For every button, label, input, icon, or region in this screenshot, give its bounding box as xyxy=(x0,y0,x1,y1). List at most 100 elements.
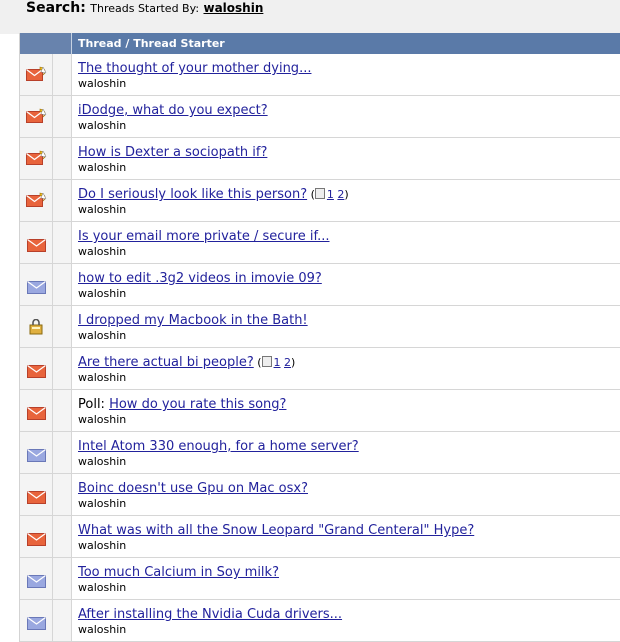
thread-pages: (1 2) xyxy=(307,188,349,201)
thread-title-link[interactable]: Do I seriously look like this person? xyxy=(78,187,307,202)
thread-icon-cell xyxy=(53,516,72,557)
table-header: Thread / Thread Starter xyxy=(20,33,620,54)
thread-title-line: iDodge, what do you expect? xyxy=(78,103,620,118)
hot-envelope-icon xyxy=(26,192,47,207)
thread-status-cell xyxy=(20,558,53,599)
thread-starter: waloshin xyxy=(78,455,127,468)
thread-status-cell xyxy=(20,222,53,263)
thread-starter: waloshin xyxy=(78,119,127,132)
thread-icon-cell xyxy=(53,96,72,137)
thread-icon-cell xyxy=(53,474,72,515)
thread-starter: waloshin xyxy=(78,623,127,636)
thread-status-cell xyxy=(20,138,53,179)
thread-column-header[interactable]: Thread / Thread Starter xyxy=(72,33,620,54)
thread-row: Intel Atom 330 enough, for a home server… xyxy=(20,432,620,474)
thread-title-link[interactable]: how to edit .3g2 videos in imovie 09? xyxy=(78,271,322,286)
thread-row: After installing the Nvidia Cuda drivers… xyxy=(20,600,620,642)
thread-status-cell xyxy=(20,306,53,347)
thread-page-link[interactable]: 2 xyxy=(337,188,344,201)
thread-page-link[interactable]: 2 xyxy=(284,356,291,369)
thread-info-cell: iDodge, what do you expect? waloshin xyxy=(72,96,620,137)
thread-title-link[interactable]: Intel Atom 330 enough, for a home server… xyxy=(78,439,359,454)
thread-title-line: Is your email more private / secure if..… xyxy=(78,229,620,244)
thread-title-link[interactable]: iDodge, what do you expect? xyxy=(78,103,268,118)
locked-thread-icon xyxy=(28,318,47,335)
blue-envelope-icon xyxy=(27,447,46,462)
thread-icon-cell xyxy=(53,390,72,431)
thread-list: The thought of your mother dying... walos… xyxy=(20,54,620,642)
thread-status-cell xyxy=(20,432,53,473)
thread-info-cell: Boinc doesn't use Gpu on Mac osx? waloshi… xyxy=(72,474,620,515)
red-envelope-icon xyxy=(27,405,46,420)
thread-title-link[interactable]: The thought of your mother dying... xyxy=(78,61,311,76)
thread-status-cell xyxy=(20,390,53,431)
thread-title-link[interactable]: How is Dexter a sociopath if? xyxy=(78,145,267,160)
thread-title-line: Intel Atom 330 enough, for a home server… xyxy=(78,439,620,454)
thread-starter: waloshin xyxy=(78,497,127,510)
thread-page-link[interactable]: 1 xyxy=(274,356,281,369)
thread-icon-cell xyxy=(53,54,72,95)
multipage-icon xyxy=(314,188,325,199)
thread-starter: waloshin xyxy=(78,287,127,300)
thread-title-link[interactable]: Are there actual bi people? xyxy=(78,355,254,370)
thread-info-cell: I dropped my Macbook in the Bath! waloshi… xyxy=(72,306,620,347)
thread-starter: waloshin xyxy=(78,371,127,384)
thread-icon-cell xyxy=(53,306,72,347)
hot-envelope-icon xyxy=(26,66,47,81)
thread-starter: waloshin xyxy=(78,413,127,426)
thread-title-link[interactable]: Too much Calcium in Soy milk? xyxy=(78,565,279,580)
thread-status-cell xyxy=(20,54,53,95)
thread-info-cell: How is Dexter a sociopath if? waloshin xyxy=(72,138,620,179)
thread-status-cell xyxy=(20,474,53,515)
thread-title-line: After installing the Nvidia Cuda drivers… xyxy=(78,607,620,622)
search-description: Threads Started By: xyxy=(90,2,200,15)
thread-title-link[interactable]: I dropped my Macbook in the Bath! xyxy=(78,313,308,328)
thread-info-cell: Is your email more private / secure if..… xyxy=(72,222,620,263)
thread-title-line: How is Dexter a sociopath if? xyxy=(78,145,620,160)
thread-row: Poll: How do you rate this song? waloshin xyxy=(20,390,620,432)
thread-title-line: I dropped my Macbook in the Bath! xyxy=(78,313,620,328)
thread-title-link[interactable]: After installing the Nvidia Cuda drivers… xyxy=(78,607,342,622)
thread-title-line: how to edit .3g2 videos in imovie 09? xyxy=(78,271,620,286)
thread-pages: (1 2) xyxy=(253,356,296,369)
thread-info-cell: Do I seriously look like this person? (1… xyxy=(72,180,620,221)
thread-status-cell xyxy=(20,264,53,305)
thread-info-cell: After installing the Nvidia Cuda drivers… xyxy=(72,600,620,641)
thread-title-line: Boinc doesn't use Gpu on Mac osx? xyxy=(78,481,620,496)
thread-starter: waloshin xyxy=(78,581,127,594)
thread-info-cell: Too much Calcium in Soy milk? waloshin xyxy=(72,558,620,599)
thread-status-cell xyxy=(20,600,53,641)
thread-title-link[interactable]: What was with all the Snow Leopard "Gran… xyxy=(78,523,474,538)
thread-table: Thread / Thread Starter The thought of y… xyxy=(19,33,620,642)
thread-starter: waloshin xyxy=(78,203,127,216)
thread-icon-cell xyxy=(53,180,72,221)
thread-icon-cell xyxy=(53,558,72,599)
thread-info-cell: Poll: How do you rate this song? waloshin xyxy=(72,390,620,431)
thread-title-link[interactable]: How do you rate this song? xyxy=(109,397,286,412)
search-header-bar: Search: Threads Started By: waloshin xyxy=(0,0,620,34)
thread-info-cell: Intel Atom 330 enough, for a home server… xyxy=(72,432,620,473)
thread-info-cell: The thought of your mother dying... walos… xyxy=(72,54,620,95)
thread-title-link[interactable]: Boinc doesn't use Gpu on Mac osx? xyxy=(78,481,308,496)
thread-icon-cell xyxy=(53,222,72,263)
search-user-link[interactable]: waloshin xyxy=(203,1,263,15)
thread-page-link[interactable]: 1 xyxy=(327,188,334,201)
thread-icon-cell xyxy=(53,138,72,179)
red-envelope-icon xyxy=(27,489,46,504)
thread-row: how to edit .3g2 videos in imovie 09? wal… xyxy=(20,264,620,306)
thread-icon-cell xyxy=(53,600,72,641)
red-envelope-icon xyxy=(27,237,46,252)
thread-row: iDodge, what do you expect? waloshin xyxy=(20,96,620,138)
thread-row: Are there actual bi people? (1 2) waloshi… xyxy=(20,348,620,390)
thread-status-cell xyxy=(20,180,53,221)
thread-title-link[interactable]: Is your email more private / secure if..… xyxy=(78,229,330,244)
hot-envelope-icon xyxy=(26,108,47,123)
thread-row: The thought of your mother dying... walos… xyxy=(20,54,620,96)
thread-title-line: What was with all the Snow Leopard "Gran… xyxy=(78,523,620,538)
thread-starter: waloshin xyxy=(78,245,127,258)
thread-row: Is your email more private / secure if..… xyxy=(20,222,620,264)
thread-starter: waloshin xyxy=(78,77,127,90)
thread-starter: waloshin xyxy=(78,161,127,174)
blue-envelope-icon xyxy=(27,279,46,294)
thread-prefix: Poll: xyxy=(78,397,105,412)
